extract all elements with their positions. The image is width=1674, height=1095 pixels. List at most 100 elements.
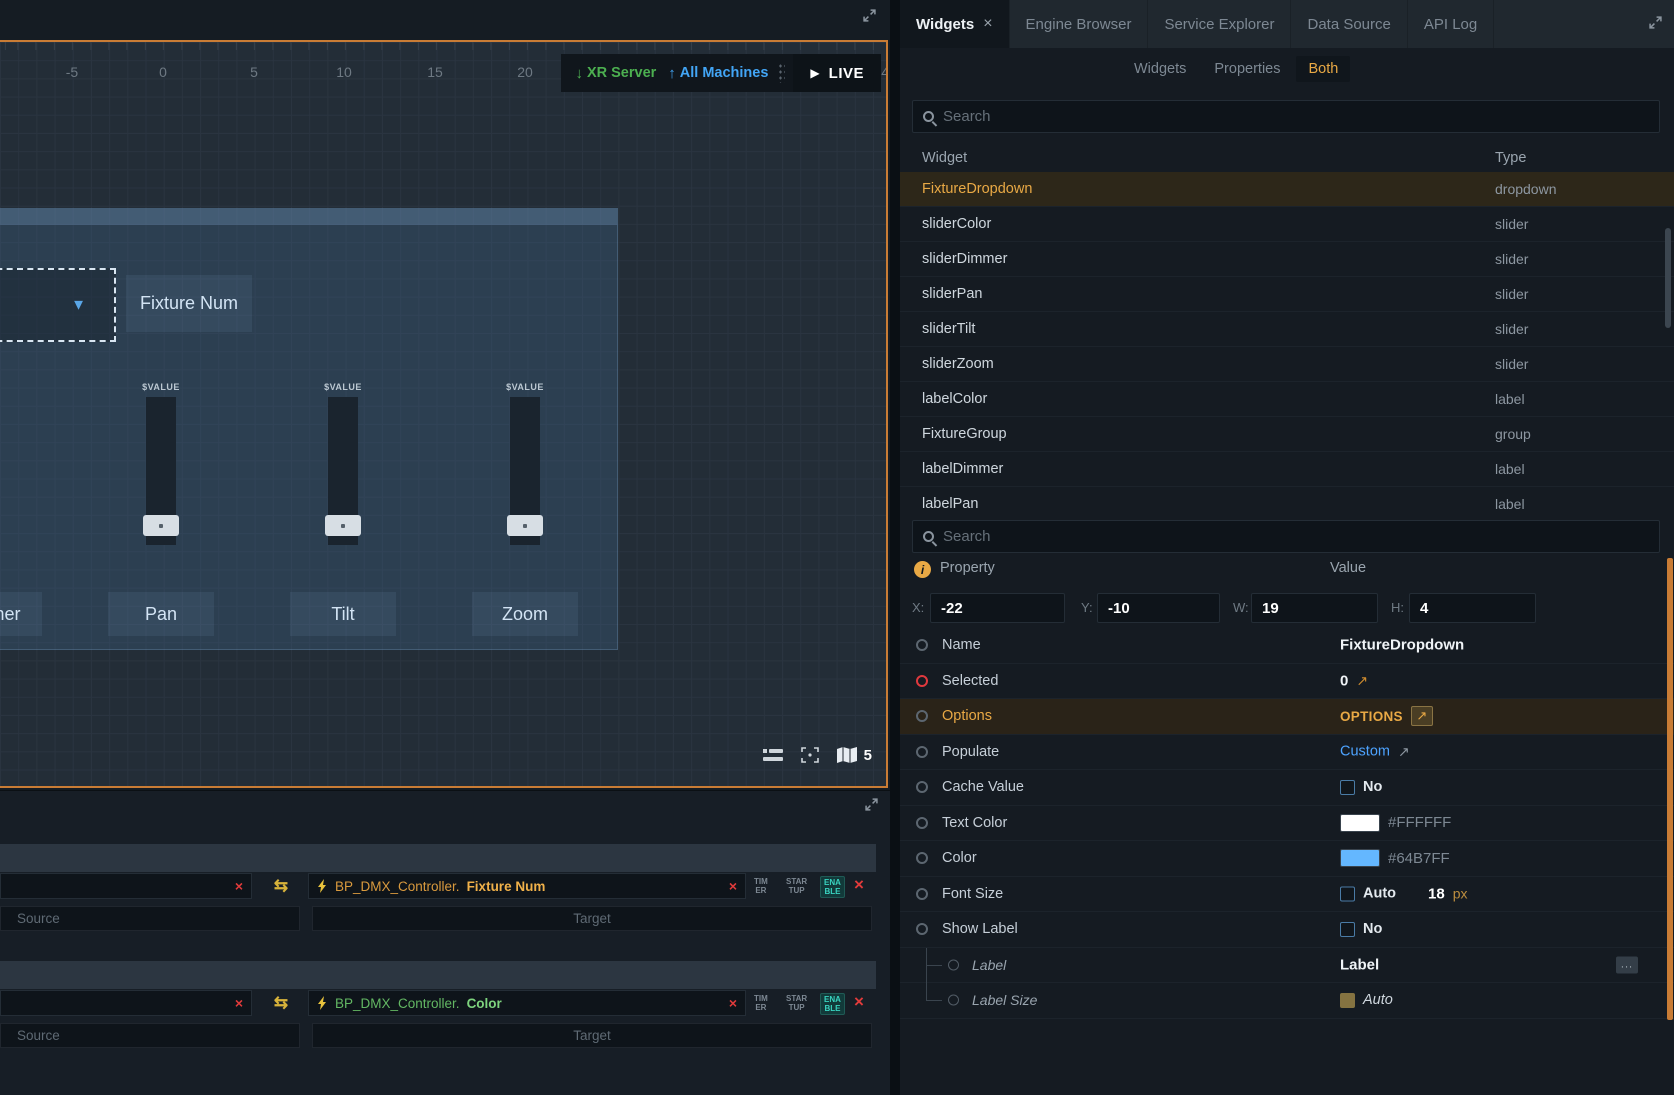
tab-engine-browser[interactable]: Engine Browser <box>1010 0 1149 48</box>
remove-icon[interactable]: × <box>235 878 243 894</box>
binding-target-chip[interactable]: BP_DMX_Controller.Fixture Num × <box>308 873 746 899</box>
property-search-input[interactable]: Search <box>912 520 1660 553</box>
bind-ring-icon[interactable] <box>916 817 928 829</box>
h-field[interactable]: 4 <box>1409 593 1536 623</box>
color-swatch[interactable] <box>1340 849 1380 867</box>
open-options-icon[interactable]: ↗ <box>1411 706 1433 726</box>
label-widget-dimmer-clipped[interactable]: Dimmer <box>0 592 42 636</box>
property-row-name[interactable]: Name FixtureDropdown <box>900 628 1674 664</box>
close-icon[interactable]: × <box>983 15 992 33</box>
y-field[interactable]: -10 <box>1097 593 1220 623</box>
tab-data-source[interactable]: Data Source <box>1291 0 1407 48</box>
toggle-widgets[interactable]: Widgets <box>1122 56 1198 82</box>
binding-group-header[interactable] <box>0 844 876 872</box>
remove-icon[interactable]: × <box>235 995 243 1011</box>
label-value[interactable]: Label <box>1340 956 1379 973</box>
label-widget-pan[interactable]: Pan <box>108 592 214 636</box>
bind-ring-icon[interactable] <box>916 746 928 758</box>
property-row-label[interactable]: Label Label ... <box>900 948 1674 984</box>
design-canvas[interactable]: -5 0 5 10 15 20 40 ▼ Fixture Num $VALUE … <box>0 40 888 788</box>
expand-panel-icon[interactable] <box>1649 16 1662 34</box>
property-row-text-color[interactable]: Text Color #FFFFFF <box>900 806 1674 842</box>
tab-widgets[interactable]: Widgets × <box>900 0 1010 48</box>
delete-binding-icon[interactable]: × <box>854 992 864 1012</box>
map-icon[interactable]: 5 <box>837 747 872 764</box>
timer-toggle[interactable]: TIM ER <box>754 994 768 1012</box>
w-field[interactable]: 19 <box>1251 593 1378 623</box>
enable-toggle[interactable]: ENA BLE <box>820 993 845 1015</box>
all-machines-status[interactable]: All Machines <box>680 65 769 81</box>
xr-server-status[interactable]: XR Server <box>587 65 656 81</box>
bind-ring-icon[interactable] <box>916 710 928 722</box>
table-row[interactable]: sliderColorslider <box>900 207 1674 242</box>
open-link-icon[interactable]: ↗ <box>1356 672 1368 689</box>
show-label-checkbox[interactable] <box>1340 922 1355 937</box>
target-input[interactable]: Target <box>312 1023 872 1048</box>
color-hex[interactable]: #64B7FF <box>1388 850 1450 867</box>
open-link-icon[interactable]: ↗ <box>1398 743 1410 760</box>
timer-toggle[interactable]: TIM ER <box>754 877 768 895</box>
text-color-swatch[interactable] <box>1340 814 1380 832</box>
scrollbar-thumb[interactable] <box>1665 228 1671 328</box>
table-row[interactable]: sliderDimmerslider <box>900 242 1674 277</box>
info-icon[interactable]: i <box>914 561 931 578</box>
table-row[interactable]: labelColorlabel <box>900 382 1674 417</box>
scrollbar-thumb[interactable] <box>1667 558 1673 1020</box>
source-input[interactable]: Source <box>0 906 300 931</box>
slider-handle[interactable] <box>143 515 179 536</box>
property-row-color[interactable]: Color #64B7FF <box>900 841 1674 877</box>
table-row[interactable]: sliderZoomslider <box>900 347 1674 382</box>
name-value[interactable]: FixtureDropdown <box>1340 637 1464 654</box>
property-row-cache-value[interactable]: Cache Value No <box>900 770 1674 806</box>
slider-track[interactable] <box>510 397 540 545</box>
dropdown-widget-selected[interactable]: ▼ <box>0 268 116 342</box>
property-row-selected[interactable]: Selected 0 ↗ <box>900 664 1674 700</box>
property-row-font-size[interactable]: Font Size Auto 18 px <box>900 877 1674 913</box>
bind-ring-icon[interactable] <box>916 781 928 793</box>
populate-value[interactable]: Custom <box>1340 744 1390 760</box>
fit-view-icon[interactable] <box>801 747 819 763</box>
expand-panel-icon[interactable] <box>863 9 876 27</box>
label-widget-tilt[interactable]: Tilt <box>290 592 396 636</box>
label-widget-fixture-num[interactable]: Fixture Num <box>126 275 252 332</box>
source-input[interactable]: Source <box>0 1023 300 1048</box>
swap-direction-icon[interactable]: ⇆ <box>264 873 298 899</box>
target-input[interactable]: Target <box>312 906 872 931</box>
cache-checkbox[interactable] <box>1340 780 1355 795</box>
text-color-hex[interactable]: #FFFFFF <box>1388 814 1451 831</box>
font-auto-checkbox[interactable] <box>1340 886 1355 901</box>
property-row-populate[interactable]: Populate Custom ↗ <box>900 735 1674 771</box>
swap-direction-icon[interactable]: ⇆ <box>264 990 298 1016</box>
widget-search-input[interactable]: Search <box>912 100 1660 133</box>
label-widget-zoom[interactable]: Zoom <box>472 592 578 636</box>
property-row-options[interactable]: Options OPTIONS ↗ <box>900 699 1674 735</box>
remove-icon[interactable]: × <box>729 995 737 1011</box>
slider-handle[interactable] <box>507 515 543 536</box>
toggle-properties[interactable]: Properties <box>1202 56 1292 82</box>
live-button[interactable]: ▶ LIVE <box>793 54 881 92</box>
binding-source-chip[interactable]: × <box>0 990 252 1016</box>
table-row[interactable]: FixtureGroupgroup <box>900 417 1674 452</box>
drag-handle-icon[interactable] <box>778 63 785 83</box>
binding-source-chip[interactable]: × <box>0 873 252 899</box>
bind-ring-active-icon[interactable] <box>916 675 928 687</box>
bind-ring-icon[interactable] <box>916 923 928 935</box>
slider-track[interactable] <box>146 397 176 545</box>
startup-toggle[interactable]: STAR TUP <box>786 877 807 895</box>
slider-handle[interactable] <box>325 515 361 536</box>
bind-ring-icon[interactable] <box>948 959 959 970</box>
table-row[interactable]: sliderTiltslider <box>900 312 1674 347</box>
binding-group-header[interactable] <box>0 961 876 989</box>
enable-toggle[interactable]: ENA BLE <box>820 876 845 898</box>
font-size-value[interactable]: 18 <box>1428 885 1445 902</box>
table-row[interactable]: FixtureDropdowndropdown <box>900 172 1674 207</box>
dock-icon[interactable] <box>763 748 783 762</box>
startup-toggle[interactable]: STAR TUP <box>786 994 807 1012</box>
more-button[interactable]: ... <box>1616 956 1638 973</box>
toggle-both[interactable]: Both <box>1296 56 1350 82</box>
slider-track[interactable] <box>328 397 358 545</box>
binding-target-chip[interactable]: BP_DMX_Controller.Color × <box>308 990 746 1016</box>
property-row-label-size[interactable]: Label Size Auto <box>900 983 1674 1019</box>
options-value[interactable]: OPTIONS <box>1340 709 1403 724</box>
bind-ring-icon[interactable] <box>948 995 959 1006</box>
